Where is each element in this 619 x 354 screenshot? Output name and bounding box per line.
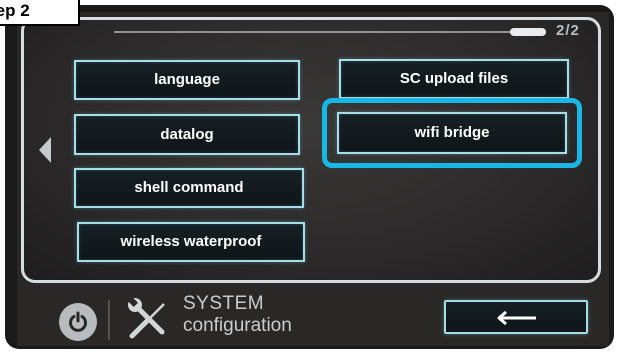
- footer-divider: [108, 300, 110, 340]
- wireless-waterproof-button[interactable]: wireless waterproof: [77, 222, 305, 262]
- wrench-screwdriver-icon: [128, 297, 165, 339]
- triangle-left-icon[interactable]: [39, 137, 51, 163]
- shell-command-button[interactable]: shell command: [74, 168, 304, 208]
- power-icon: [69, 311, 87, 332]
- system-subtitle: configuration: [183, 315, 292, 336]
- language-button[interactable]: language: [74, 60, 300, 100]
- back-button[interactable]: [444, 300, 588, 334]
- arrow-left-icon: [497, 310, 536, 326]
- step-label: tep 2: [0, 0, 80, 26]
- page-indicator: 2/2: [556, 22, 580, 39]
- sc-upload-files-button[interactable]: SC upload files: [339, 59, 569, 99]
- power-button[interactable]: [59, 303, 97, 341]
- wifi-bridge-button[interactable]: wifi bridge: [337, 112, 567, 154]
- page-progress-fill: [510, 28, 546, 36]
- system-title: SYSTEM: [183, 293, 265, 314]
- datalog-button[interactable]: datalog: [74, 114, 300, 155]
- page-progress-track: [114, 28, 546, 36]
